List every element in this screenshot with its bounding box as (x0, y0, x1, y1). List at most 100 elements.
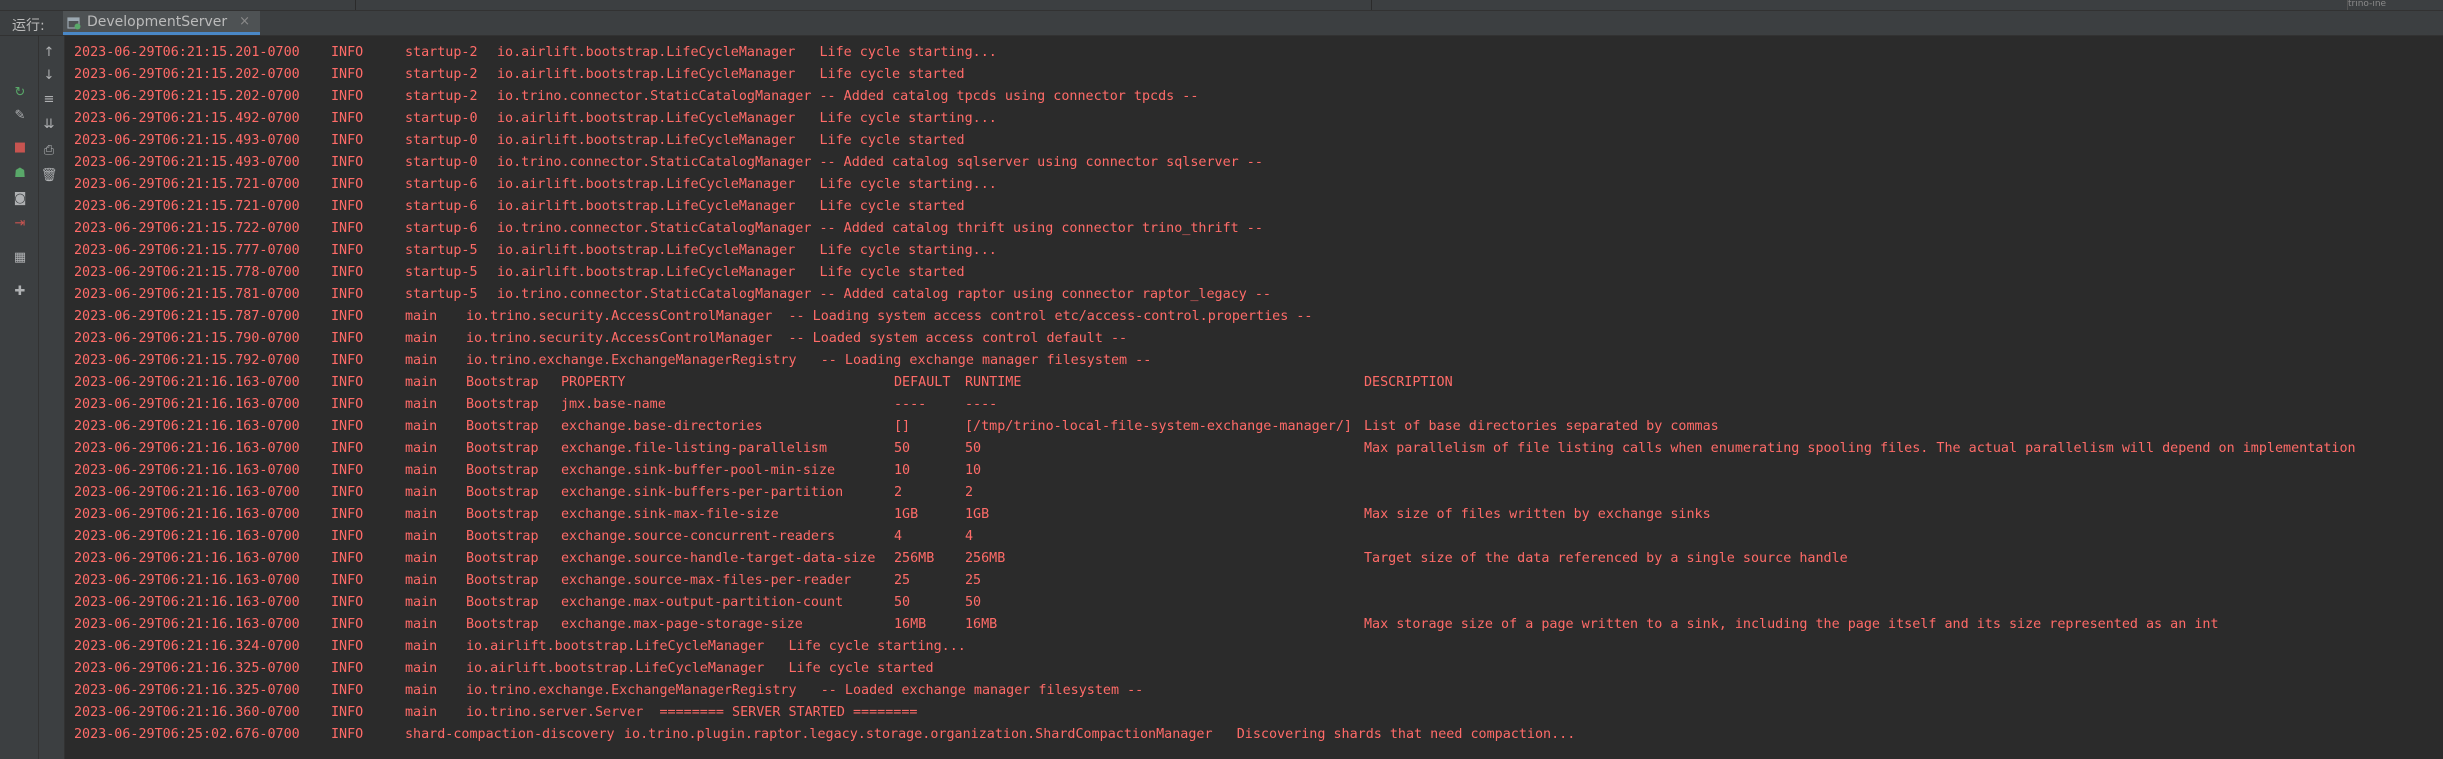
top-toolbar-strip (0, 0, 2443, 11)
log-runtime: 50 (965, 595, 982, 610)
log-property: exchange.file-listing-parallelism (561, 441, 828, 456)
log-default: 1GB (894, 507, 919, 522)
exit-icon[interactable]: ⇥ (11, 214, 29, 232)
log-thread: main (405, 463, 438, 478)
toolbar-segment (0, 0, 356, 10)
log-logger: Bootstrap (466, 529, 539, 544)
log-level: INFO (331, 287, 364, 302)
run-label: 运行: (12, 18, 45, 34)
console-output[interactable]: 2023-06-29T06:21:15.201-0700 INFO startup-… (65, 36, 2443, 759)
trash-icon[interactable]: 🗑 (40, 166, 58, 184)
camera-icon[interactable]: ◙ (11, 189, 29, 207)
log-level: INFO (331, 45, 364, 60)
log-thread: main (405, 529, 438, 544)
toolbar-divider (38, 36, 39, 759)
log-timestamp: 2023-06-29T06:21:15.781-0700 (74, 287, 300, 302)
log-description: Max size of files written by exchange si… (1364, 507, 1711, 522)
log-timestamp: 2023-06-29T06:21:16.163-0700 (74, 529, 300, 544)
close-icon[interactable]: × (239, 14, 250, 29)
stop-icon[interactable]: ■ (11, 138, 29, 156)
log-timestamp: 2023-06-29T06:21:15.778-0700 (74, 265, 300, 280)
log-level: INFO (331, 529, 364, 544)
log-thread: main (405, 617, 438, 632)
log-logger: Bootstrap (466, 375, 539, 390)
log-level: INFO (331, 617, 364, 632)
wrench-icon[interactable]: ✎ (11, 106, 29, 124)
log-level: INFO (331, 265, 364, 280)
top-right-label-text: trino-ine (2348, 0, 2387, 9)
log-thread: main (405, 639, 438, 654)
log-level: INFO (331, 243, 364, 258)
log-default: 50 (894, 441, 911, 456)
log-default: 50 (894, 595, 911, 610)
log-level: INFO (331, 331, 364, 346)
rerun-icon[interactable]: ↻ (11, 83, 29, 101)
tab-label: DevelopmentServer (87, 13, 228, 30)
log-thread: main (405, 353, 438, 368)
soft-wrap-icon[interactable]: ≡ (40, 90, 58, 108)
log-level: INFO (331, 683, 364, 698)
log-runtime: 1GB (965, 507, 990, 522)
layout-icon[interactable]: ▦ (11, 248, 29, 266)
log-runtime: 10 (965, 463, 982, 478)
log-thread: main (405, 397, 438, 412)
log-level: INFO (331, 573, 364, 588)
log-property: exchange.max-page-storage-size (561, 617, 803, 632)
log-thread: startup-5 (405, 265, 478, 280)
log-property: exchange.source-handle-target-data-size (561, 551, 876, 566)
log-property: exchange.sink-buffer-pool-min-size (561, 463, 836, 478)
log-message: io.airlift.bootstrap.LifeCycleManager Li… (497, 45, 997, 60)
log-level: INFO (331, 661, 364, 676)
log-message: io.trino.connector.StaticCatalogManager … (497, 221, 1263, 236)
log-timestamp: 2023-06-29T06:21:15.777-0700 (74, 243, 300, 258)
log-default: 16MB (894, 617, 927, 632)
log-level: INFO (331, 221, 364, 236)
log-thread: main (405, 595, 438, 610)
log-level: INFO (331, 639, 364, 654)
log-runtime: 25 (965, 573, 982, 588)
log-timestamp: 2023-06-29T06:21:15.201-0700 (74, 45, 300, 60)
log-thread: main (405, 441, 438, 456)
print-icon[interactable]: ⎙ (40, 141, 58, 159)
log-thread: main (405, 507, 438, 522)
log-default: 2 (894, 485, 903, 500)
log-thread: startup-6 (405, 221, 478, 236)
debug-icon[interactable]: ☗ (11, 164, 29, 182)
pin-icon[interactable]: ✚ (11, 282, 29, 300)
log-thread: main (405, 573, 438, 588)
log-thread: startup-2 (405, 67, 478, 82)
log-runtime: [/tmp/trino-local-file-system-exchange-m… (965, 419, 1352, 434)
log-timestamp: 2023-06-29T06:21:16.324-0700 (74, 639, 300, 654)
top-right-project-label[interactable]: trino-ine (2347, 0, 2443, 10)
log-thread: shard-compaction-discovery (405, 727, 615, 742)
tab-development-server[interactable]: DevelopmentServer × (63, 11, 261, 35)
run-tool-window-header: 运行: DevelopmentServer × (0, 11, 2443, 36)
log-runtime: 256MB (965, 551, 1006, 566)
log-thread: startup-0 (405, 155, 478, 170)
log-timestamp: 2023-06-29T06:25:02.676-0700 (74, 727, 300, 742)
log-thread: main (405, 705, 438, 720)
log-thread: main (405, 551, 438, 566)
log-message: io.airlift.bootstrap.LifeCycleManager Li… (497, 67, 965, 82)
log-timestamp: 2023-06-29T06:21:15.721-0700 (74, 177, 300, 192)
log-timestamp: 2023-06-29T06:21:16.325-0700 (74, 661, 300, 676)
log-logger: Bootstrap (466, 485, 539, 500)
log-thread: main (405, 683, 438, 698)
log-level: INFO (331, 111, 364, 126)
log-runtime: 4 (965, 529, 974, 544)
toolbar-segment (356, 0, 1372, 10)
log-message: io.trino.connector.StaticCatalogManager … (497, 155, 1263, 170)
log-thread: startup-0 (405, 133, 478, 148)
log-property: jmx.base-name (561, 397, 666, 412)
scroll-down-icon[interactable]: ↓ (40, 66, 58, 84)
log-default: 4 (894, 529, 903, 544)
log-thread: main (405, 309, 438, 324)
log-level: INFO (331, 551, 364, 566)
scroll-to-end-icon[interactable]: ⇊ (40, 115, 58, 133)
scroll-up-icon[interactable]: ↑ (40, 43, 58, 61)
log-level: INFO (331, 199, 364, 214)
log-property: exchange.max-output-partition-count (561, 595, 844, 610)
log-description: Target size of the data referenced by a … (1364, 551, 1848, 566)
log-level: INFO (331, 485, 364, 500)
log-level: INFO (331, 353, 364, 368)
